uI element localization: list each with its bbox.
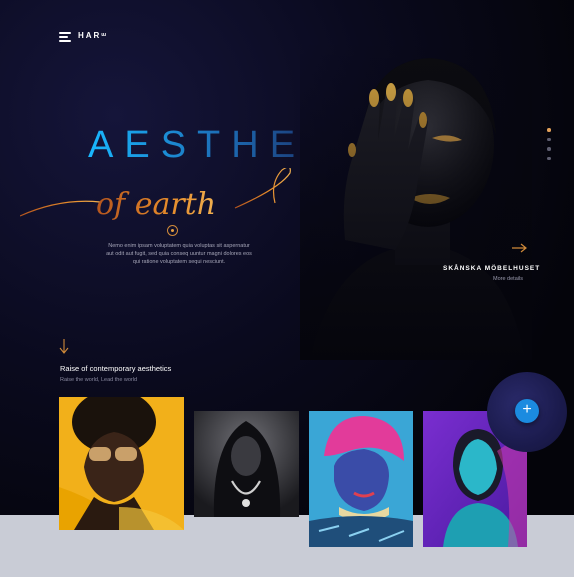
gallery-card-yellow[interactable]	[59, 397, 184, 530]
hamburger-menu-icon[interactable]	[59, 30, 73, 44]
section-subtitle: Raise the world, Lead the world	[60, 377, 138, 383]
feature-brand-name: SKÅNSKA MÖBELHUSET	[443, 265, 541, 272]
pagination-dot-4[interactable]	[547, 156, 551, 160]
svg-text:of earth: of earth	[96, 187, 216, 222]
arrow-down-icon[interactable]	[59, 339, 69, 355]
hero-indicator-dot	[167, 225, 178, 236]
hero-script-text: of earth	[20, 168, 291, 222]
pagination-dot-2[interactable]	[547, 137, 551, 141]
slider-pagination[interactable]	[547, 128, 553, 166]
add-button[interactable]: +	[515, 399, 539, 423]
more-details-link[interactable]: More details	[493, 276, 523, 282]
hero-portrait	[300, 40, 532, 360]
brand-logo[interactable]: HARᵚ	[78, 31, 108, 40]
hero-headline: AESTHE	[88, 124, 307, 166]
plus-icon: +	[522, 401, 532, 418]
gallery-card-turban[interactable]	[309, 411, 413, 547]
arrow-right-icon[interactable]	[512, 243, 528, 253]
pagination-dot-1[interactable]	[547, 128, 551, 132]
gallery-card-monochrome[interactable]	[194, 411, 299, 517]
section-title: Raise of contemporary aesthetics	[60, 364, 172, 373]
hero-description: Nemo enim ipsam voluptatem quia voluptas…	[106, 243, 252, 265]
pagination-dot-3[interactable]	[547, 147, 551, 151]
